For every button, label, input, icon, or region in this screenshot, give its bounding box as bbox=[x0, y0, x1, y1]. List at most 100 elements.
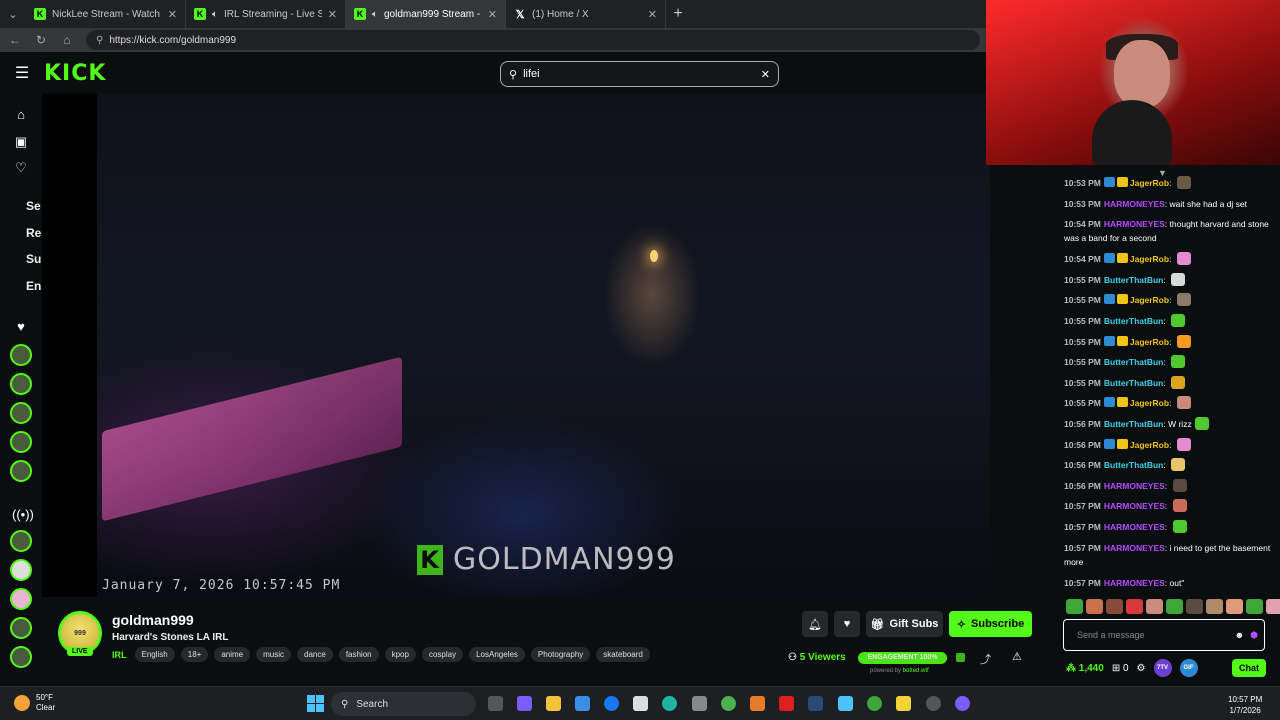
youtube-icon[interactable] bbox=[779, 696, 794, 711]
tab-audio-icon[interactable]: 🔈︎ bbox=[212, 9, 218, 20]
notes-icon[interactable] bbox=[896, 696, 911, 711]
quick-emote-icon[interactable] bbox=[1186, 599, 1203, 614]
edge-icon[interactable] bbox=[662, 696, 677, 711]
calculator-icon[interactable] bbox=[692, 696, 707, 711]
chat-message[interactable]: 10:57 PM HARMONEYES: out" bbox=[1064, 576, 1272, 590]
stream-tag[interactable]: fashion bbox=[338, 647, 379, 662]
sidebar-item-label[interactable]: En bbox=[26, 279, 41, 293]
report-warning-icon[interactable]: ⚠ bbox=[1012, 650, 1022, 663]
stream-tag[interactable]: English bbox=[134, 647, 175, 662]
message-username[interactable]: JagerRob bbox=[1130, 440, 1169, 450]
chat-message[interactable]: 10:55 PM JagerRob: bbox=[1064, 293, 1272, 307]
browser-tab[interactable]: 𝕏 (1) Home / X ✕ bbox=[506, 0, 666, 28]
notification-bell-button[interactable]: 🔔︎ bbox=[802, 611, 828, 637]
chat-message[interactable]: 10:54 PM JagerRob: bbox=[1064, 252, 1272, 266]
gift-subs-button[interactable]: 🎁︎ Gift Subs bbox=[866, 611, 943, 637]
quick-emote-icon[interactable] bbox=[1106, 599, 1123, 614]
message-username[interactable]: HARMONEYES bbox=[1104, 578, 1165, 588]
url-field[interactable]: ⚲ https://kick.com/goldman999 bbox=[86, 30, 980, 50]
xbox-icon[interactable] bbox=[867, 696, 882, 711]
followed-channel-avatar[interactable] bbox=[10, 373, 32, 395]
windows-start-icon[interactable] bbox=[307, 695, 324, 712]
message-username[interactable]: JagerRob bbox=[1130, 254, 1169, 264]
stream-tag[interactable]: skateboard bbox=[596, 647, 650, 662]
chat-message[interactable]: 10:53 PM HARMONEYES: wait she had a dj se… bbox=[1064, 197, 1272, 211]
system-clock[interactable]: 10:57 PM 1/7/2026 bbox=[1228, 694, 1262, 716]
menu-hamburger-icon[interactable]: ☰ bbox=[0, 63, 44, 83]
following-heart-icon[interactable]: ♡ bbox=[12, 159, 30, 177]
gif-extension-button[interactable]: GIF bbox=[1179, 659, 1198, 677]
quick-emote-icon[interactable] bbox=[1166, 599, 1183, 614]
browser-tab[interactable]: K NickLee Stream - Watch Live o ✕ bbox=[26, 0, 186, 28]
stream-tag[interactable]: cosplay bbox=[421, 647, 464, 662]
message-username[interactable]: ButterThatBun bbox=[1104, 460, 1164, 470]
message-username[interactable]: JagerRob bbox=[1130, 295, 1169, 305]
taskbar-search[interactable]: ⚲ Search bbox=[331, 692, 476, 716]
followed-channel-avatar[interactable] bbox=[10, 402, 32, 424]
stream-tag[interactable]: kpop bbox=[384, 647, 416, 662]
copilot-icon[interactable] bbox=[517, 696, 532, 711]
recommended-channel-avatar[interactable] bbox=[10, 530, 32, 552]
chat-message[interactable]: 10:57 PM HARMONEYES: bbox=[1064, 499, 1272, 513]
chat-message[interactable]: 10:55 PM JagerRob: bbox=[1064, 396, 1272, 410]
home-nav-icon[interactable]: ⌂ bbox=[12, 106, 30, 124]
tab-close-icon[interactable]: ✕ bbox=[168, 8, 177, 21]
browser-tab[interactable]: K 🔈︎ goldman999 Stream - Watch Li ✕ bbox=[346, 0, 506, 28]
chrome-icon[interactable] bbox=[721, 696, 736, 711]
subscribe-button[interactable]: ✧ Subscribe bbox=[949, 611, 1032, 637]
message-username[interactable]: JagerRob bbox=[1130, 178, 1169, 188]
share-icon[interactable]: ⤴ bbox=[980, 651, 991, 667]
quick-emote-icon[interactable] bbox=[1246, 599, 1263, 614]
quick-emote-icon[interactable] bbox=[1226, 599, 1243, 614]
vlc-icon[interactable] bbox=[750, 696, 765, 711]
store-icon[interactable] bbox=[575, 696, 590, 711]
back-arrow-icon[interactable]: ← bbox=[8, 33, 22, 47]
message-username[interactable]: HARMONEYES bbox=[1104, 481, 1165, 491]
message-username[interactable]: HARMONEYES bbox=[1104, 219, 1165, 229]
follow-heart-button[interactable]: ♥ bbox=[834, 611, 860, 637]
chat-message[interactable]: 10:54 PM HARMONEYES: thought harvard and … bbox=[1064, 217, 1272, 245]
message-username[interactable]: HARMONEYES bbox=[1104, 501, 1165, 511]
message-username[interactable]: JagerRob bbox=[1130, 398, 1169, 408]
message-username[interactable]: JagerRob bbox=[1130, 337, 1169, 347]
chat-message[interactable]: 10:56 PM JagerRob: bbox=[1064, 437, 1272, 452]
tab-close-icon[interactable]: ✕ bbox=[328, 8, 337, 21]
message-username[interactable]: HARMONEYES bbox=[1104, 199, 1165, 209]
new-tab-plus-icon[interactable]: + bbox=[666, 5, 690, 23]
home-icon[interactable]: ⌂ bbox=[60, 33, 74, 47]
stream-tag[interactable]: LosAngeles bbox=[469, 647, 525, 662]
tab-list-chevron-icon[interactable]: ⌄ bbox=[0, 0, 26, 28]
site-info-icon[interactable]: ⚲ bbox=[96, 35, 103, 46]
chat-message[interactable]: 10:57 PM HARMONEYES: i need to get the ba… bbox=[1064, 541, 1272, 569]
emoji-icon[interactable]: ☻ bbox=[1235, 630, 1244, 640]
file-explorer-icon[interactable] bbox=[546, 696, 561, 711]
tab-audio-icon[interactable]: 🔈︎ bbox=[372, 9, 378, 20]
obs-icon[interactable] bbox=[955, 696, 970, 711]
message-username[interactable]: HARMONEYES bbox=[1104, 543, 1165, 553]
steam-icon[interactable] bbox=[808, 696, 823, 711]
chat-message[interactable]: 10:56 PM ButterThatBun: W rizz bbox=[1064, 417, 1272, 431]
gift-count[interactable]: ⊞ 0 bbox=[1112, 663, 1129, 674]
sidebar-item-label[interactable]: Se bbox=[26, 199, 41, 213]
message-username[interactable]: ButterThatBun bbox=[1104, 378, 1164, 388]
message-username[interactable]: ButterThatBun bbox=[1104, 275, 1164, 285]
chat-message-input[interactable]: Send a message ☻ ⬢ bbox=[1063, 619, 1265, 651]
message-username[interactable]: ButterThatBun bbox=[1104, 419, 1164, 429]
chat-send-button[interactable]: Chat bbox=[1232, 659, 1266, 677]
quick-emote-icon[interactable] bbox=[1206, 599, 1223, 614]
tab-close-icon[interactable]: ✕ bbox=[488, 8, 497, 21]
quick-emote-icon[interactable] bbox=[1066, 599, 1083, 614]
chat-message[interactable]: 10:55 PM ButterThatBun: bbox=[1064, 375, 1272, 390]
search-input[interactable]: ⚲ lifei ✕ bbox=[500, 61, 779, 87]
chat-message[interactable]: 10:56 PM HARMONEYES: bbox=[1064, 478, 1272, 493]
extension-icon[interactable]: ⬢ bbox=[1250, 630, 1258, 641]
message-username[interactable]: ButterThatBun bbox=[1104, 357, 1164, 367]
quick-emote-icon[interactable] bbox=[1146, 599, 1163, 614]
kick-logo[interactable]: KICK bbox=[44, 61, 106, 86]
channel-points[interactable]: ⁂ 1,440 bbox=[1066, 663, 1104, 674]
chat-message[interactable]: 10:53 PM JagerRob: bbox=[1064, 176, 1272, 190]
weather-widget[interactable]: 50°F Clear bbox=[14, 693, 55, 713]
video-player[interactable]: K GOLDMAN999 January 7, 2026 10:57:45 PM bbox=[42, 94, 990, 597]
followed-channel-avatar[interactable] bbox=[10, 344, 32, 366]
reload-icon[interactable]: ↻ bbox=[34, 33, 48, 47]
